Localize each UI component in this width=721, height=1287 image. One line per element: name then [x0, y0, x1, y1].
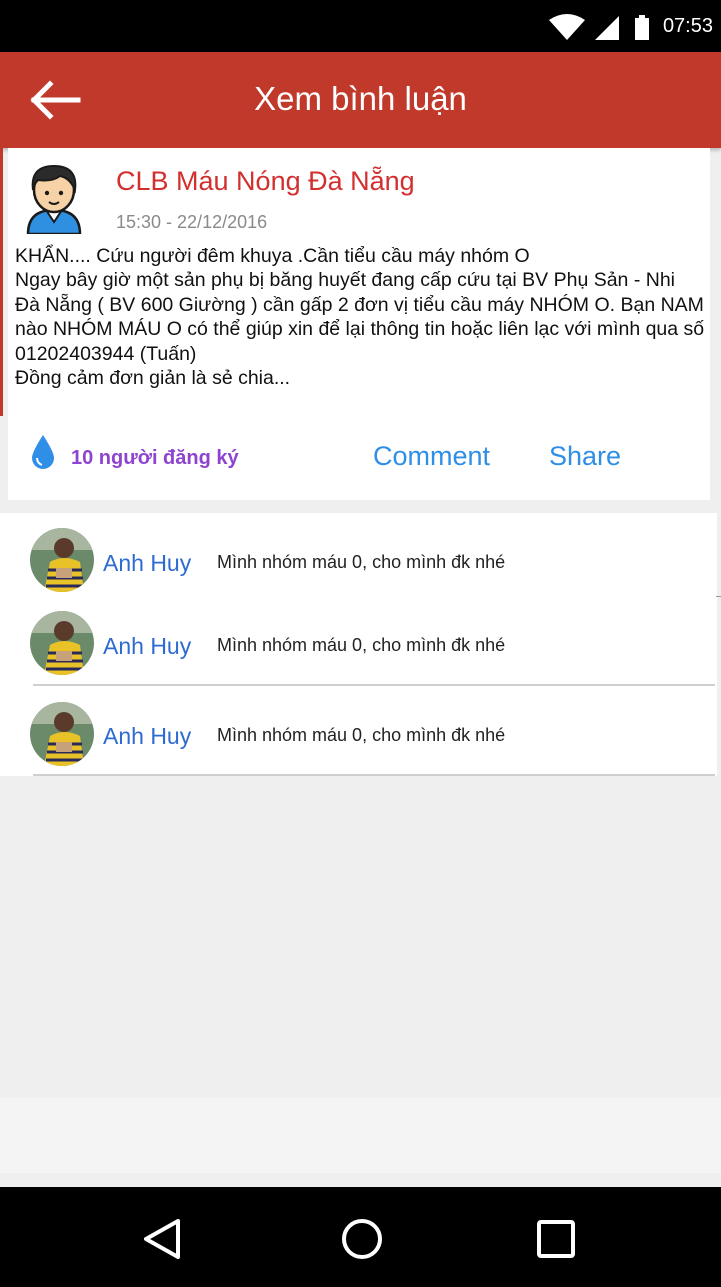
blood-drop-icon	[32, 435, 54, 469]
comment-item[interactable]: Anh Huy Mình nhóm máu 0, cho mình đk nhé	[8, 686, 717, 776]
page-title: Xem bình luận	[254, 80, 467, 117]
status-bar: 07:53	[0, 0, 721, 52]
author-name[interactable]: CLB Máu Nóng Đà Nẵng	[116, 166, 415, 197]
nav-back-button[interactable]	[138, 1217, 188, 1261]
home-circle-icon	[342, 1219, 382, 1259]
share-button[interactable]: Share	[549, 441, 621, 472]
comment-item[interactable]: Anh Huy Mình nhóm máu 0, cho mình đk nhé	[8, 515, 717, 605]
comment-button[interactable]: Comment	[373, 441, 490, 472]
author-avatar[interactable]	[24, 160, 84, 234]
comment-divider	[33, 774, 715, 776]
status-time: 07:53	[662, 15, 713, 37]
nav-recents-button[interactable]	[531, 1217, 581, 1261]
post-card: CLB Máu Nóng Đà Nẵng 15:30 - 22/12/2016 …	[0, 148, 710, 500]
comment-item[interactable]: Anh Huy Mình nhóm máu 0, cho mình đk nhé	[8, 596, 717, 686]
empty-area	[0, 1098, 721, 1173]
recents-square-icon	[537, 1220, 575, 1258]
commenter-avatar[interactable]	[30, 702, 94, 766]
commenter-name[interactable]: Anh Huy	[103, 633, 191, 660]
commenter-name[interactable]: Anh Huy	[103, 550, 191, 577]
nav-home-button[interactable]	[337, 1217, 387, 1261]
commenter-avatar[interactable]	[30, 611, 94, 675]
registered-count[interactable]: 10 người đăng ký	[71, 447, 239, 470]
post-timestamp: 15:30 - 22/12/2016	[116, 212, 268, 232]
app-bar: Xem bình luận	[0, 52, 721, 148]
wifi-icon	[549, 14, 585, 40]
navigation-bar	[0, 1187, 721, 1287]
comment-text: Mình nhóm máu 0, cho mình đk nhé	[217, 552, 506, 572]
post-body: KHẨN.... Cứu người đêm khuya .Cần tiểu c…	[15, 245, 705, 390]
status-icons	[549, 14, 649, 40]
commenter-avatar[interactable]	[30, 528, 94, 592]
scroll-indicator	[716, 596, 721, 597]
back-triangle-icon	[144, 1219, 180, 1259]
commenter-name[interactable]: Anh Huy	[103, 723, 191, 750]
comments-list: Anh Huy Mình nhóm máu 0, cho mình đk nhé…	[0, 513, 717, 776]
comment-text: Mình nhóm máu 0, cho mình đk nhé	[217, 725, 506, 745]
comment-text: Mình nhóm máu 0, cho mình đk nhé	[217, 635, 506, 655]
battery-icon	[635, 15, 649, 40]
signal-icon	[595, 16, 619, 40]
